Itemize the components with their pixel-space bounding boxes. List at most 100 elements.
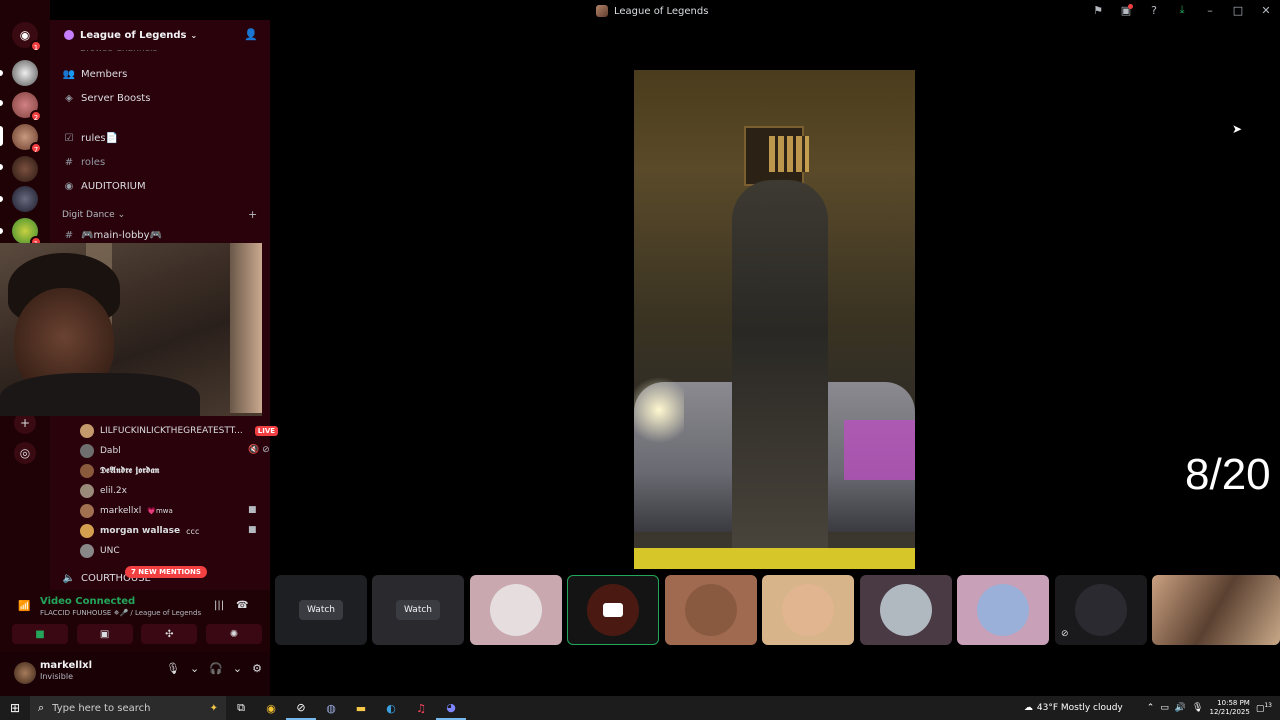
camera-icon: ■ xyxy=(35,628,45,640)
server-header[interactable]: League of Legends ⌄ 👤 xyxy=(50,20,270,50)
deafened-icon: 🔇 ⊘ xyxy=(248,445,270,455)
download-icon[interactable]: ⤓ xyxy=(1168,0,1196,20)
members-item[interactable]: 👥 Members xyxy=(62,64,128,84)
soundboard-button[interactable]: ✺ xyxy=(205,624,262,644)
participant-tile[interactable] xyxy=(1152,575,1280,645)
network-icon[interactable]: ▭ xyxy=(1160,703,1169,713)
channel-auditorium[interactable]: ◉ AUDITORIUM xyxy=(62,176,146,196)
chrome-icon[interactable]: ◉ xyxy=(256,696,286,720)
focused-video-stream[interactable] xyxy=(634,70,915,569)
voice-status[interactable]: Video Connected xyxy=(40,596,135,607)
windows-start-icon[interactable]: ⊞ xyxy=(0,696,30,720)
taskbar-search[interactable]: ⌕ Type here to search ✦ xyxy=(30,696,226,720)
server-icon-3[interactable]: 7 xyxy=(12,124,42,154)
file-explorer-icon[interactable]: ▬ xyxy=(346,696,376,720)
participant-tile[interactable]: Watch xyxy=(372,575,464,645)
participant-tile[interactable] xyxy=(470,575,562,645)
noise-suppression-icon[interactable]: ||| xyxy=(214,600,224,611)
watch-button[interactable]: Watch xyxy=(395,600,441,620)
voice-member[interactable]: 𝕯𝖊𝕬𝖓𝖉𝖗𝖊 𝖏𝖔𝖗𝖉𝖆𝖓 xyxy=(80,461,159,481)
signal-icon[interactable]: 📶 xyxy=(18,601,30,612)
channel-rules[interactable]: ☑ rules📄 xyxy=(62,128,119,148)
music-icon[interactable]: ♫ xyxy=(406,696,436,720)
username[interactable]: markellxl xyxy=(40,660,92,671)
media-app-icon[interactable]: ⊘ xyxy=(286,696,316,720)
disconnect-icon[interactable]: ☎ xyxy=(236,600,248,611)
notification-icon[interactable]: ▢13 xyxy=(1256,702,1272,714)
user-controls: 🎙 ⌄ 🎧 ⌄ ⚙ xyxy=(166,662,262,675)
participant-tile[interactable] xyxy=(957,575,1049,645)
avatar xyxy=(80,464,94,478)
participant-tile[interactable] xyxy=(567,575,659,645)
server-icon-5[interactable] xyxy=(12,186,38,212)
participant-tile[interactable]: Watch xyxy=(275,575,367,645)
channel-main-lobby[interactable]: # 🎮main-lobby🎮 xyxy=(62,225,162,245)
avatar[interactable] xyxy=(14,662,36,684)
microphone-icon[interactable]: 🎙 xyxy=(1192,703,1203,713)
avatar xyxy=(685,584,737,636)
chevron-down-icon[interactable]: ⌄ xyxy=(233,662,242,675)
new-mentions-badge[interactable]: 7 NEW MENTIONS xyxy=(125,566,207,578)
voice-location[interactable]: FLACCID FUNHOUSE ✵🎤 / League of Legends xyxy=(40,609,201,617)
voice-member[interactable]: morgan wallase ccc xyxy=(80,521,199,541)
video-person xyxy=(732,180,828,560)
close-icon[interactable]: ✕ xyxy=(1252,0,1280,20)
activities-button[interactable]: ✣ xyxy=(141,624,198,644)
weather-widget[interactable]: ☁ 43°F Mostly cloudy xyxy=(1024,703,1123,713)
server-badge: 2 xyxy=(30,110,42,122)
participant-tile[interactable] xyxy=(762,575,854,645)
discord-icon[interactable]: ◕ xyxy=(436,696,466,720)
headphones-icon[interactable]: 🎧 xyxy=(209,662,223,675)
screen-share-button[interactable]: ▣ xyxy=(76,624,133,644)
screen-share-icon[interactable]: ▣ xyxy=(1112,0,1140,20)
category-digit-dance[interactable]: Digit Dance ⌄ xyxy=(62,210,125,220)
microphone-icon[interactable]: 🎙 xyxy=(166,662,180,675)
task-view-icon[interactable]: ⧉ xyxy=(226,696,256,720)
video-headlight xyxy=(634,370,684,450)
gear-icon[interactable]: ⚙ xyxy=(252,662,262,675)
cloud-icon: ☁ xyxy=(1023,703,1033,713)
title-bar-actions: ⚑ ▣ ? ⤓ – □ ✕ xyxy=(1084,0,1280,20)
edge-icon[interactable]: ◐ xyxy=(376,696,406,720)
inbox-icon[interactable]: ⚑ xyxy=(1084,0,1112,20)
help-icon[interactable]: ? xyxy=(1140,0,1168,20)
server-icon-2[interactable]: 2 xyxy=(12,92,42,122)
watch-button[interactable]: Watch xyxy=(298,600,344,620)
minimize-icon[interactable]: – xyxy=(1196,0,1224,20)
home-discord-icon[interactable]: ◉ 1 xyxy=(12,22,42,52)
steam-icon[interactable]: ◍ xyxy=(316,696,346,720)
maximize-icon[interactable]: □ xyxy=(1224,0,1252,20)
participant-tile[interactable]: ⊘ xyxy=(1055,575,1147,645)
participant-tile[interactable] xyxy=(860,575,952,645)
voice-member[interactable]: elil.2x xyxy=(80,481,127,501)
server-icon-4[interactable] xyxy=(12,156,38,182)
server-icon-1[interactable] xyxy=(12,60,38,86)
title-bar: League of Legends ⚑ ▣ ? ⤓ – □ ✕ xyxy=(270,0,1280,20)
voice-member[interactable]: Dabl xyxy=(80,441,121,461)
stream-counter: 8/20 xyxy=(1185,450,1271,499)
voice-member[interactable]: markellxl 💗mwa xyxy=(80,501,173,521)
server-boosts-item[interactable]: ◈ Server Boosts xyxy=(62,88,150,108)
user-status: Invisible xyxy=(40,672,73,681)
camera-button[interactable]: ■ xyxy=(12,624,68,644)
invite-people-icon[interactable]: 👤 xyxy=(244,28,258,41)
volume-icon[interactable]: 🔊 xyxy=(1175,703,1186,713)
voice-member[interactable]: LILFUCKINLICKTHEGREATESTT... LIVE xyxy=(80,421,279,441)
search-icon: ⌕ xyxy=(38,701,45,714)
activities-icon: ✣ xyxy=(165,628,174,640)
avatar xyxy=(490,584,542,636)
add-channel-icon[interactable]: + xyxy=(248,208,257,221)
avatar xyxy=(977,584,1029,636)
clock[interactable]: 10:58 PM 12/21/2025 xyxy=(1209,699,1249,717)
chevron-up-icon[interactable]: ⌃ xyxy=(1147,703,1155,713)
server-icon-6[interactable]: 1 xyxy=(12,218,42,248)
selected-pill xyxy=(0,126,3,146)
rules-icon: ☑ xyxy=(64,132,74,144)
channel-roles[interactable]: # roles xyxy=(62,152,105,172)
participant-tile[interactable] xyxy=(665,575,757,645)
unread-pill xyxy=(0,70,3,76)
discover-icon[interactable]: ◎ xyxy=(14,442,36,464)
chevron-down-icon[interactable]: ⌄ xyxy=(190,662,199,675)
voice-member[interactable]: UNC xyxy=(80,541,120,561)
video-window-lights xyxy=(769,136,809,172)
